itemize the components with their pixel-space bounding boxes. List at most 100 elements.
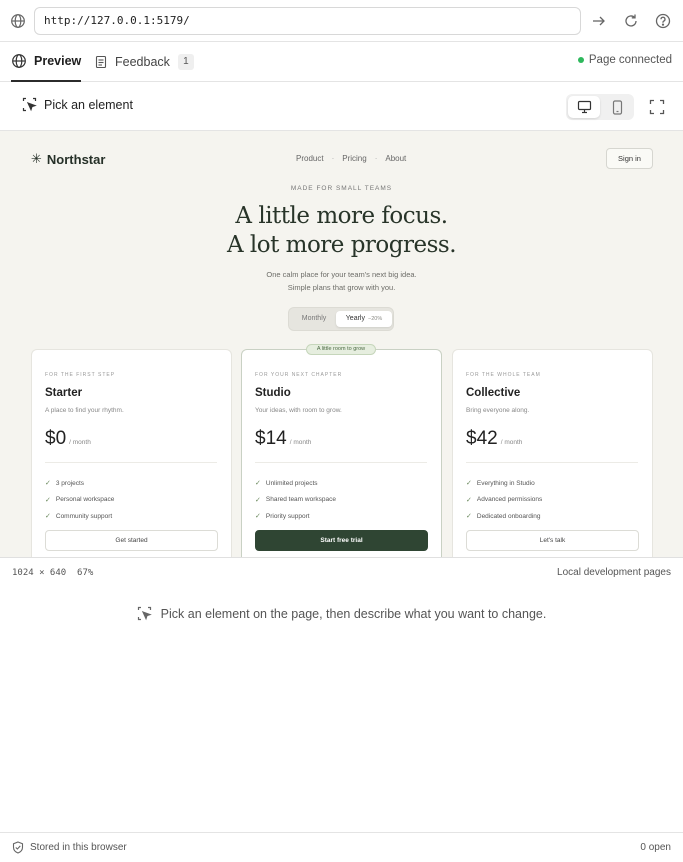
feature-text: Community support	[55, 512, 113, 520]
site-nav: Product · Pricing · About	[296, 154, 406, 163]
billing-yearly-label: Yearly	[345, 315, 365, 322]
price-period: / month	[500, 439, 523, 446]
url-input[interactable]: http://127.0.0.1:5179/	[34, 7, 581, 35]
feature-text: Everything in Studio	[476, 479, 535, 487]
check-icon: ✓	[45, 513, 51, 521]
cursor-select-icon	[22, 97, 44, 112]
price-period: / month	[69, 439, 91, 446]
feature-text: Unlimited projects	[265, 479, 318, 487]
nav-product[interactable]: Product	[296, 154, 324, 163]
sign-in-button[interactable]: Sign in	[606, 148, 653, 169]
check-icon: ✓	[466, 513, 472, 521]
source-label: Local development pages	[557, 567, 671, 578]
hero-headline: A little more focus. A lot more progress…	[0, 202, 683, 260]
connection-status: Page connected	[577, 54, 672, 66]
plan-kicker: FOR YOUR NEXT CHAPTER	[255, 372, 343, 378]
mobile-icon	[612, 99, 623, 115]
billing-monthly[interactable]: Monthly	[294, 311, 334, 327]
preview-toolbar: Pick an element	[0, 82, 683, 131]
tab-feedback[interactable]: Feedback 1	[94, 42, 194, 82]
hero-eyebrow: MADE FOR SMALL TEAMS	[290, 185, 393, 192]
plan-kicker: FOR THE WHOLE TEAM	[466, 372, 541, 378]
plan-description: Your ideas, with room to grow.	[255, 407, 342, 414]
document-icon	[94, 55, 115, 69]
plan-card-starter: FOR THE FIRST STEP Starter A place to fi…	[31, 349, 232, 557]
shield-check-icon	[12, 841, 30, 854]
check-icon: ✓	[466, 480, 472, 488]
fullscreen-icon[interactable]	[649, 99, 665, 115]
plan-kicker: FOR THE FIRST STEP	[45, 372, 116, 378]
feature-text: Priority support	[265, 512, 310, 520]
list-item: ✓ Personal workspace	[45, 492, 114, 509]
nav-separator: ·	[374, 154, 378, 163]
hint-text: Pick an element on the page, then descri…	[160, 606, 547, 621]
featured-ribbon: A little room to grow	[306, 344, 376, 355]
list-item: ✓ Unlimited projects	[255, 475, 336, 492]
plan-price: $14/ month	[255, 428, 311, 450]
price-period: / month	[289, 439, 312, 446]
start-free-trial-button[interactable]: Start free trial	[255, 530, 428, 551]
empty-state-hint: Pick an element on the page, then descri…	[0, 606, 683, 621]
list-item: ✓ Dedicated onboarding	[466, 508, 542, 525]
lets-talk-button[interactable]: Let's talk	[466, 530, 639, 551]
billing-yearly[interactable]: Yearly −20%	[336, 311, 392, 327]
list-item: ✓ Priority support	[255, 508, 336, 525]
plan-card-collective: FOR THE WHOLE TEAM Collective Bring ever…	[452, 349, 653, 557]
price-amount: $14	[255, 428, 287, 449]
plan-name: Starter	[45, 387, 83, 399]
list-item: ✓ Everything in Studio	[466, 475, 542, 492]
go-arrow-icon[interactable]	[590, 12, 608, 30]
nav-about[interactable]: About	[385, 154, 406, 163]
hero-subtitle: One calm place for your team's next big …	[0, 268, 683, 294]
open-count[interactable]: 0 open	[640, 842, 671, 853]
plan-card-studio: FOR YOUR NEXT CHAPTER Studio Your ideas,…	[241, 349, 442, 557]
feature-text: 3 projects	[55, 479, 85, 487]
check-icon: ✓	[255, 513, 261, 521]
pick-element-button[interactable]: Pick an element	[22, 97, 133, 112]
plan-name: Studio	[255, 387, 291, 399]
feature-text: Dedicated onboarding	[476, 512, 541, 520]
mobile-view-button[interactable]	[601, 96, 633, 118]
feature-list: ✓ 3 projects ✓ Personal workspace ✓ Communi…	[45, 475, 114, 525]
divider	[466, 462, 638, 463]
tab-preview[interactable]: Preview	[11, 42, 82, 82]
list-item: ✓ Shared team workspace	[255, 492, 336, 509]
status-dot-icon	[577, 57, 584, 63]
billing-toggle: Monthly Yearly −20%	[288, 307, 394, 331]
plan-price: $0/ month	[45, 428, 91, 450]
viewport-dims: 1024 × 640	[12, 568, 67, 578]
stored-label: Stored in this browser	[30, 842, 127, 853]
footer-bar: Stored in this browser 0 open	[0, 832, 683, 862]
divider	[45, 462, 217, 463]
list-item: ✓ 3 projects	[45, 475, 114, 492]
brand-name: Northstar	[46, 151, 106, 167]
headline-line-2: A lot more progress.	[226, 232, 457, 258]
desktop-view-button[interactable]	[568, 96, 600, 118]
feature-text: Personal workspace	[55, 496, 115, 504]
feature-text: Advanced permissions	[476, 496, 543, 504]
check-icon: ✓	[466, 496, 472, 504]
headline-line-1: A little more focus.	[235, 203, 448, 229]
storage-status: Stored in this browser	[12, 841, 127, 854]
check-icon: ✓	[255, 480, 261, 488]
feature-text: Shared team workspace	[265, 496, 336, 504]
subtitle-line-2: Simple plans that grow with you.	[287, 283, 396, 292]
list-item: ✓ Advanced permissions	[466, 492, 542, 509]
page-preview[interactable]: ✳ Northstar Product · Pricing · About Si…	[0, 131, 683, 558]
plan-price: $42/ month	[466, 428, 522, 450]
brand-logo[interactable]: ✳ Northstar	[31, 151, 105, 167]
reload-icon[interactable]	[622, 12, 640, 30]
plan-description: Bring everyone along.	[466, 407, 530, 414]
globe-icon	[10, 13, 26, 29]
nav-pricing[interactable]: Pricing	[342, 154, 366, 163]
preview-status-bar: 1024 × 640 67% Local development pages	[0, 559, 683, 587]
check-icon: ✓	[45, 480, 51, 488]
divider	[255, 462, 427, 463]
plan-description: A place to find your rhythm.	[45, 407, 124, 414]
feature-list: ✓ Everything in Studio ✓ Advanced permissi…	[466, 475, 542, 525]
help-icon[interactable]	[654, 12, 672, 30]
feature-list: ✓ Unlimited projects ✓ Shared team workspa…	[255, 475, 336, 525]
viewport-size: 1024 × 640 67%	[12, 568, 93, 578]
check-icon: ✓	[255, 496, 261, 504]
get-started-button[interactable]: Get started	[45, 530, 218, 551]
